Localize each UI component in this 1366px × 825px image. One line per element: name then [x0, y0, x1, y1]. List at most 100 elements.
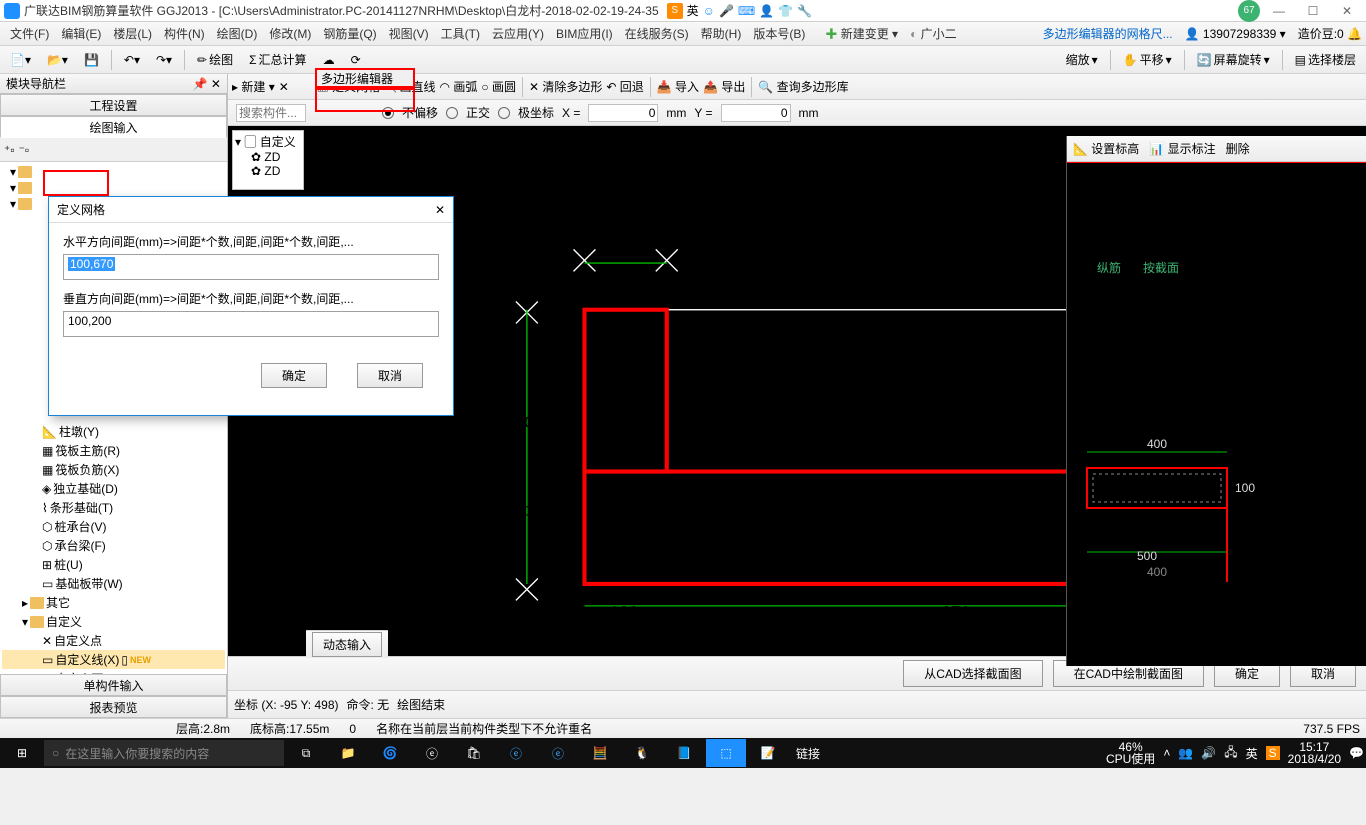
arc-button[interactable]: ◠ 画弧: [440, 78, 478, 95]
x-label: X =: [562, 106, 580, 120]
dynamic-input-button[interactable]: 动态输入: [312, 632, 382, 657]
close-button[interactable]: ✕: [1332, 3, 1362, 19]
svg-text:100: 100: [609, 619, 639, 638]
title-bar: 广联达BIM钢筋算量软件 GGJ2013 - [C:\Users\Adminis…: [0, 0, 1366, 22]
phone-label[interactable]: 👤 13907298339 ▾: [1185, 27, 1286, 41]
ime-icon[interactable]: ☺: [703, 4, 715, 18]
pin-icon[interactable]: 📌 ✕: [193, 77, 221, 91]
highlight-beam: [43, 170, 109, 196]
menu-user[interactable]: ◐ 广小二: [904, 23, 963, 44]
undo-icon[interactable]: ↶▾: [118, 51, 146, 69]
coin-label[interactable]: 造价豆:0 🔔: [1298, 25, 1362, 42]
radio-polar[interactable]: [498, 107, 510, 119]
highlight-define-grid: [315, 88, 415, 112]
menu-component[interactable]: 构件(N): [158, 23, 211, 44]
tree-item-other: ▸ 其它: [2, 593, 225, 612]
svg-text:100: 100: [524, 501, 554, 520]
select-floor-button[interactable]: ▤ 选择楼层: [1289, 49, 1362, 70]
sum-button[interactable]: Σ 汇总计算: [243, 49, 312, 70]
tree-item: 📐 柱墩(Y): [2, 422, 225, 441]
x-input[interactable]: [588, 104, 658, 122]
rotate-button[interactable]: 🔄 屏幕旋转 ▾: [1191, 49, 1276, 70]
ime-badge-icon: S: [667, 3, 683, 19]
v-spacing-input[interactable]: 100,200: [63, 311, 439, 337]
start-button[interactable]: ⊞: [2, 739, 42, 767]
ime-icon[interactable]: 🔧: [797, 4, 812, 18]
minimize-button[interactable]: —: [1264, 3, 1294, 19]
module-nav-label: 模块导航栏: [6, 75, 66, 92]
open-icon[interactable]: 📂▾: [41, 51, 74, 69]
menu-help[interactable]: 帮助(H): [695, 23, 748, 44]
dialog-close-icon[interactable]: ✕: [435, 203, 445, 217]
draw-button[interactable]: ✏ 绘图: [191, 49, 239, 70]
tab-draw-input[interactable]: 绘图输入: [0, 116, 227, 138]
menu-online[interactable]: 在线服务(S): [619, 23, 695, 44]
svg-text:纵筋: 纵筋: [1097, 260, 1121, 275]
collapse-icon[interactable]: ⁻▫: [19, 143, 30, 157]
back-button[interactable]: ↶ 回退: [606, 78, 643, 95]
menu-bim[interactable]: BIM应用(I): [550, 23, 619, 44]
query-button[interactable]: 🔍 查询多边形库: [758, 78, 848, 95]
app-icon: [4, 3, 20, 19]
svg-text:00: 00: [524, 414, 544, 433]
delete-button[interactable]: 删除: [1226, 140, 1250, 157]
title-text: 广联达BIM钢筋算量软件 GGJ2013 - [C:\Users\Adminis…: [24, 2, 659, 19]
score-badge[interactable]: 67: [1238, 0, 1260, 22]
dialog-cancel-button[interactable]: 取消: [357, 363, 423, 388]
search-component-input[interactable]: [236, 104, 306, 122]
svg-text:400: 400: [1147, 437, 1167, 451]
menu-modify[interactable]: 修改(M): [263, 23, 317, 44]
menu-draw[interactable]: 绘图(D): [211, 23, 264, 44]
show-label-button[interactable]: 📊 显示标注: [1149, 140, 1215, 157]
tree-item-selected[interactable]: ▭ 自定义线(X) ▯ NEW: [2, 650, 225, 669]
h-spacing-input[interactable]: 100,670: [63, 254, 439, 280]
main-toolbar: 📄▾ 📂▾ 💾 ↶▾ ↷▾ ✏ 绘图 Σ 汇总计算 ☁ ⟳ 缩放 ▾ ✋ 平移 …: [0, 46, 1366, 74]
dynamic-input-bar: 动态输入: [306, 630, 388, 658]
menu-edit[interactable]: 编辑(E): [55, 23, 107, 44]
circle-button[interactable]: ○ 画圆: [481, 78, 516, 95]
mini-tree[interactable]: ▾ ▢ 自定义 ✿ ZD ✿ ZD: [232, 130, 304, 190]
tab-project-settings[interactable]: 工程设置: [0, 94, 227, 116]
import-button[interactable]: 📥 导入: [657, 78, 699, 95]
radio-ortho[interactable]: [446, 107, 458, 119]
ime-icon[interactable]: 🎤: [719, 4, 734, 18]
menu-version[interactable]: 版本号(B): [747, 23, 811, 44]
redo-icon[interactable]: ↷▾: [150, 51, 178, 69]
menu-rebar[interactable]: 钢筋量(Q): [317, 23, 382, 44]
zoom-button[interactable]: 缩放 ▾: [1060, 49, 1104, 70]
tree-item: ▦ 筏板主筋(R): [2, 441, 225, 460]
tree-item: ⬡ 桩承台(V): [2, 517, 225, 536]
tab-single-input[interactable]: 单构件输入: [0, 674, 227, 696]
expand-icon[interactable]: ⁺▫: [4, 143, 15, 157]
pan-button[interactable]: ✋ 平移 ▾: [1117, 49, 1178, 70]
ime-icon[interactable]: 👕: [778, 4, 793, 18]
maximize-button[interactable]: ☐: [1298, 3, 1328, 19]
save-icon[interactable]: 💾: [78, 51, 105, 69]
menu-cloud[interactable]: 云应用(Y): [486, 23, 550, 44]
menu-new-change[interactable]: ✚ 新建变更 ▾: [819, 23, 904, 44]
svg-text:10: 10: [502, 501, 522, 520]
new-button[interactable]: ▸ 新建 ▾: [232, 78, 275, 95]
ime-icon[interactable]: 👤: [759, 4, 774, 18]
menu-floor[interactable]: 楼层(L): [107, 23, 158, 44]
ime-icon[interactable]: ⌨: [738, 4, 755, 18]
dialog-title-text: 定义网格: [57, 201, 105, 218]
menu-file[interactable]: 文件(F): [4, 23, 55, 44]
tree-toolbar: ⁺▫ ⁻▫: [0, 138, 227, 162]
export-button[interactable]: 📤 导出: [703, 78, 745, 95]
close-icon[interactable]: ✕: [279, 80, 289, 94]
svg-text:670: 670: [941, 619, 971, 638]
tab-report[interactable]: 报表预览: [0, 696, 227, 718]
menu-tool[interactable]: 工具(T): [435, 23, 486, 44]
svg-text:100: 100: [1235, 481, 1255, 495]
dialog-ok-button[interactable]: 确定: [261, 363, 327, 388]
menu-view[interactable]: 视图(V): [383, 23, 435, 44]
new-icon[interactable]: 📄▾: [4, 51, 37, 69]
sync-icon[interactable]: ⟳: [345, 51, 367, 69]
clear-button[interactable]: ✕ 清除多边形: [529, 78, 602, 95]
set-elev-button[interactable]: 📐 设置标高: [1073, 140, 1139, 157]
module-nav-header: 模块导航栏 📌 ✕: [0, 74, 227, 94]
y-input[interactable]: [721, 104, 791, 122]
ime-lang[interactable]: 英: [687, 2, 699, 19]
cloud-icon[interactable]: ☁: [317, 51, 341, 69]
